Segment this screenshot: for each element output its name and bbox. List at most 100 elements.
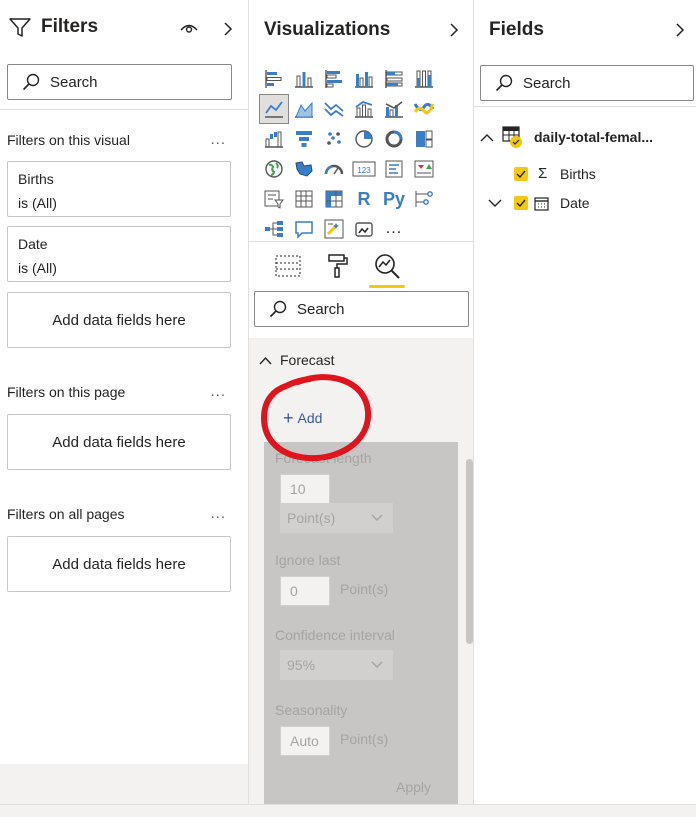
r-visual-label: R — [357, 188, 371, 209]
filter-card-date[interactable]: Date is (All) — [7, 226, 231, 282]
empty-slot — [439, 124, 469, 154]
line-chart-icon[interactable] — [259, 94, 289, 124]
calendar-icon — [534, 196, 549, 211]
slicer-icon[interactable] — [259, 184, 289, 214]
fields-title: Fields — [489, 19, 544, 40]
chevron-down-icon — [371, 661, 383, 668]
waterfall-chart-icon[interactable] — [259, 124, 289, 154]
python-visual-icon[interactable]: Py — [379, 184, 409, 214]
r-script-visual-icon[interactable]: R — [349, 184, 379, 214]
filter-card-condition: is (All) — [18, 195, 57, 211]
pie-chart-icon[interactable] — [349, 124, 379, 154]
smart-narrative-icon[interactable] — [319, 214, 349, 244]
scrollbar-thumb[interactable] — [466, 459, 473, 644]
fields-pane: Fields Search daily-total-femal... Σ Bir… — [474, 0, 696, 817]
qa-visual-icon[interactable] — [289, 214, 319, 244]
chevron-up-icon — [480, 133, 494, 141]
table-node[interactable]: daily-total-femal... — [480, 126, 653, 148]
matrix-icon[interactable] — [319, 184, 349, 214]
table-checked-badge-icon — [510, 136, 522, 148]
apply-button[interactable]: Apply — [396, 779, 431, 795]
fields-tab[interactable] — [270, 248, 306, 284]
chevron-down-icon — [371, 514, 383, 521]
ignore-last-unit: Point(s) — [340, 581, 389, 597]
scatter-chart-icon[interactable] — [319, 124, 349, 154]
funnel-chart-icon[interactable] — [289, 124, 319, 154]
card-icon[interactable]: 123 — [349, 154, 379, 184]
filter-card-condition: is (All) — [18, 260, 57, 276]
more-options-icon[interactable]: ... — [210, 383, 226, 400]
paginated-report-icon[interactable] — [349, 214, 379, 244]
filter-card-field: Date — [18, 236, 48, 252]
kpi-icon[interactable] — [409, 154, 439, 184]
gauge-icon[interactable] — [319, 154, 349, 184]
empty-slot — [439, 214, 469, 244]
analytics-magnifier-icon — [375, 254, 400, 279]
search-icon — [269, 300, 287, 318]
multi-row-card-icon[interactable] — [379, 154, 409, 184]
filled-map-icon[interactable] — [289, 154, 319, 184]
filter-card-births[interactable]: Births is (All) — [7, 161, 231, 217]
more-visuals-icon[interactable]: ... — [379, 214, 409, 244]
confidence-interval-dropdown[interactable]: 95% — [280, 650, 393, 680]
eye-icon[interactable] — [180, 22, 198, 34]
card-icon-label: 123 — [357, 166, 371, 175]
empty-slot — [439, 184, 469, 214]
search-icon — [495, 74, 513, 92]
100-percent-bar-chart-icon[interactable] — [379, 64, 409, 94]
forecast-length-input[interactable]: 10 — [280, 474, 330, 504]
viz-search-input[interactable]: Search — [254, 291, 469, 327]
viz-search-placeholder: Search — [297, 300, 345, 318]
stacked-column-chart-icon[interactable] — [289, 64, 319, 94]
births-checkbox[interactable] — [514, 166, 528, 181]
treemap-icon[interactable] — [409, 124, 439, 154]
filters-pane: Filters Search Filters on this visual ..… — [0, 0, 248, 817]
key-influencers-icon[interactable] — [409, 184, 439, 214]
seasonality-input[interactable]: Auto — [280, 726, 330, 756]
forecast-unit-dropdown[interactable]: Point(s) — [280, 503, 393, 533]
decomposition-tree-icon[interactable] — [259, 214, 289, 244]
analytics-tab[interactable] — [369, 248, 405, 288]
ignore-last-input[interactable]: 0 — [280, 576, 330, 606]
ribbon-chart-icon[interactable] — [409, 94, 439, 124]
100-percent-column-chart-icon[interactable] — [409, 64, 439, 94]
paint-roller-icon — [328, 254, 348, 278]
clustered-column-chart-icon[interactable] — [349, 64, 379, 94]
filters-search-input[interactable]: Search — [7, 64, 232, 100]
map-icon[interactable] — [259, 154, 289, 184]
fields-wells-icon — [275, 255, 301, 277]
plus-icon: + — [283, 408, 294, 428]
donut-chart-icon[interactable] — [379, 124, 409, 154]
line-and-clustered-column-icon[interactable] — [379, 94, 409, 124]
more-options-icon[interactable]: ... — [210, 505, 226, 522]
ignore-last-label: Ignore last — [275, 552, 341, 568]
add-data-fields-visual-well[interactable]: Add data fields here — [7, 292, 231, 348]
search-icon — [22, 73, 40, 91]
table-icon[interactable] — [289, 184, 319, 214]
line-and-stacked-column-icon[interactable] — [349, 94, 379, 124]
more-options-icon[interactable]: ... — [210, 131, 226, 148]
collapse-filters-chevron-icon[interactable] — [221, 22, 235, 36]
confidence-interval-value: 95% — [287, 657, 316, 673]
add-data-fields-page-well[interactable]: Add data fields here — [7, 414, 231, 470]
forecast-add-button[interactable]: + Add — [283, 408, 322, 428]
field-row-births[interactable]: Σ Births — [514, 165, 596, 182]
more-visuals-dots: ... — [385, 220, 403, 237]
stacked-area-chart-icon[interactable] — [319, 94, 349, 124]
clustered-bar-chart-icon[interactable] — [319, 64, 349, 94]
collapse-visualizations-chevron-icon[interactable] — [447, 23, 461, 37]
date-checkbox[interactable] — [514, 196, 528, 210]
table-icon — [502, 126, 522, 148]
collapse-fields-chevron-icon[interactable] — [673, 23, 687, 37]
add-data-fields-all-pages-well[interactable]: Add data fields here — [7, 536, 231, 592]
fields-search-placeholder: Search — [523, 74, 571, 92]
stacked-bar-chart-icon[interactable] — [259, 64, 289, 94]
forecast-section-header[interactable]: Forecast — [249, 338, 473, 382]
fields-search-input[interactable]: Search — [480, 65, 694, 101]
field-row-date[interactable]: Date — [488, 195, 590, 211]
chevron-down-icon[interactable] — [488, 199, 502, 208]
format-tab[interactable] — [320, 248, 356, 284]
viz-pane-tabs — [249, 248, 475, 290]
area-chart-icon[interactable] — [289, 94, 319, 124]
filters-on-this-page-heading: Filters on this page — [7, 384, 126, 400]
